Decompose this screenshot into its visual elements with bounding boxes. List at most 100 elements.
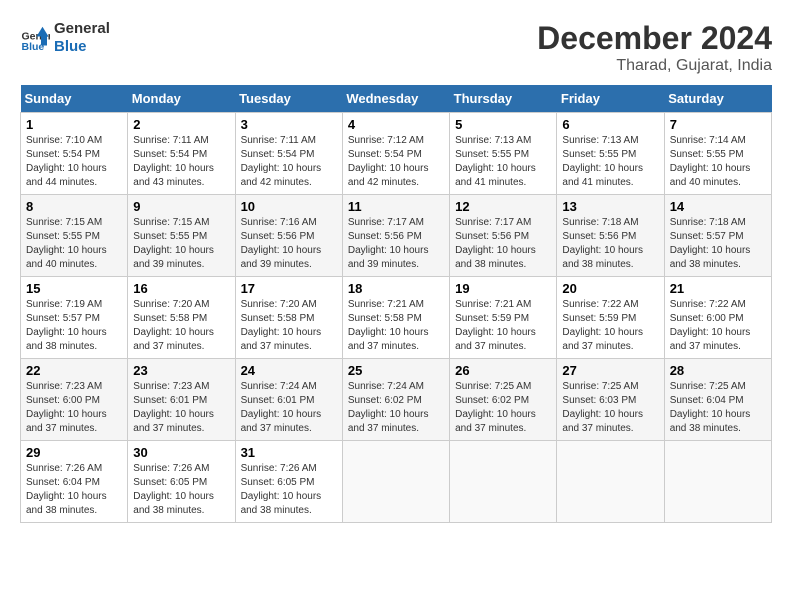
calendar-cell: 3 Sunrise: 7:11 AMSunset: 5:54 PMDayligh… <box>235 113 342 195</box>
calendar-cell: 2 Sunrise: 7:11 AMSunset: 5:54 PMDayligh… <box>128 113 235 195</box>
day-number: 8 <box>26 199 122 214</box>
day-number: 16 <box>133 281 229 296</box>
calendar-header-row: SundayMondayTuesdayWednesdayThursdayFrid… <box>21 85 772 113</box>
calendar-cell: 23 Sunrise: 7:23 AMSunset: 6:01 PMDaylig… <box>128 359 235 441</box>
day-detail: Sunrise: 7:17 AMSunset: 5:56 PMDaylight:… <box>348 217 429 270</box>
calendar-cell: 27 Sunrise: 7:25 AMSunset: 6:03 PMDaylig… <box>557 359 664 441</box>
day-number: 9 <box>133 199 229 214</box>
day-detail: Sunrise: 7:16 AMSunset: 5:56 PMDaylight:… <box>241 217 322 270</box>
day-detail: Sunrise: 7:11 AMSunset: 5:54 PMDaylight:… <box>133 135 214 188</box>
day-detail: Sunrise: 7:24 AMSunset: 6:01 PMDaylight:… <box>241 381 322 434</box>
calendar-cell: 19 Sunrise: 7:21 AMSunset: 5:59 PMDaylig… <box>450 277 557 359</box>
day-number: 3 <box>241 117 337 132</box>
day-detail: Sunrise: 7:25 AMSunset: 6:04 PMDaylight:… <box>670 381 751 434</box>
day-number: 31 <box>241 445 337 460</box>
day-detail: Sunrise: 7:23 AMSunset: 6:01 PMDaylight:… <box>133 381 214 434</box>
day-detail: Sunrise: 7:10 AMSunset: 5:54 PMDaylight:… <box>26 135 107 188</box>
day-number: 21 <box>670 281 766 296</box>
day-number: 29 <box>26 445 122 460</box>
title-section: December 2024 Tharad, Gujarat, India <box>537 20 772 75</box>
day-number: 30 <box>133 445 229 460</box>
calendar-week-row: 22 Sunrise: 7:23 AMSunset: 6:00 PMDaylig… <box>21 359 772 441</box>
calendar-cell: 11 Sunrise: 7:17 AMSunset: 5:56 PMDaylig… <box>342 195 449 277</box>
day-number: 18 <box>348 281 444 296</box>
calendar-cell: 7 Sunrise: 7:14 AMSunset: 5:55 PMDayligh… <box>664 113 771 195</box>
day-number: 10 <box>241 199 337 214</box>
day-number: 19 <box>455 281 551 296</box>
day-number: 28 <box>670 363 766 378</box>
day-number: 2 <box>133 117 229 132</box>
calendar-cell <box>664 441 771 523</box>
column-header-monday: Monday <box>128 85 235 113</box>
day-number: 12 <box>455 199 551 214</box>
day-number: 11 <box>348 199 444 214</box>
column-header-saturday: Saturday <box>664 85 771 113</box>
calendar-cell: 18 Sunrise: 7:21 AMSunset: 5:58 PMDaylig… <box>342 277 449 359</box>
day-detail: Sunrise: 7:18 AMSunset: 5:56 PMDaylight:… <box>562 217 643 270</box>
month-year-title: December 2024 <box>537 20 772 57</box>
calendar-cell <box>342 441 449 523</box>
calendar-cell: 29 Sunrise: 7:26 AMSunset: 6:04 PMDaylig… <box>21 441 128 523</box>
day-detail: Sunrise: 7:25 AMSunset: 6:02 PMDaylight:… <box>455 381 536 434</box>
column-header-wednesday: Wednesday <box>342 85 449 113</box>
day-number: 7 <box>670 117 766 132</box>
page-header: General Blue General Blue December 2024 … <box>20 20 772 75</box>
calendar-cell: 30 Sunrise: 7:26 AMSunset: 6:05 PMDaylig… <box>128 441 235 523</box>
calendar-cell: 16 Sunrise: 7:20 AMSunset: 5:58 PMDaylig… <box>128 277 235 359</box>
calendar-cell: 6 Sunrise: 7:13 AMSunset: 5:55 PMDayligh… <box>557 113 664 195</box>
day-number: 13 <box>562 199 658 214</box>
day-number: 4 <box>348 117 444 132</box>
calendar-cell <box>557 441 664 523</box>
day-detail: Sunrise: 7:21 AMSunset: 5:58 PMDaylight:… <box>348 299 429 352</box>
day-number: 20 <box>562 281 658 296</box>
calendar-cell: 22 Sunrise: 7:23 AMSunset: 6:00 PMDaylig… <box>21 359 128 441</box>
calendar-cell: 5 Sunrise: 7:13 AMSunset: 5:55 PMDayligh… <box>450 113 557 195</box>
logo-text-blue: Blue <box>54 38 110 56</box>
day-detail: Sunrise: 7:21 AMSunset: 5:59 PMDaylight:… <box>455 299 536 352</box>
calendar-cell <box>450 441 557 523</box>
calendar-cell: 26 Sunrise: 7:25 AMSunset: 6:02 PMDaylig… <box>450 359 557 441</box>
day-detail: Sunrise: 7:19 AMSunset: 5:57 PMDaylight:… <box>26 299 107 352</box>
day-detail: Sunrise: 7:17 AMSunset: 5:56 PMDaylight:… <box>455 217 536 270</box>
day-detail: Sunrise: 7:11 AMSunset: 5:54 PMDaylight:… <box>241 135 322 188</box>
calendar-cell: 4 Sunrise: 7:12 AMSunset: 5:54 PMDayligh… <box>342 113 449 195</box>
day-detail: Sunrise: 7:26 AMSunset: 6:05 PMDaylight:… <box>133 463 214 516</box>
column-header-thursday: Thursday <box>450 85 557 113</box>
calendar-cell: 25 Sunrise: 7:24 AMSunset: 6:02 PMDaylig… <box>342 359 449 441</box>
column-header-sunday: Sunday <box>21 85 128 113</box>
day-number: 17 <box>241 281 337 296</box>
calendar-cell: 28 Sunrise: 7:25 AMSunset: 6:04 PMDaylig… <box>664 359 771 441</box>
calendar-cell: 10 Sunrise: 7:16 AMSunset: 5:56 PMDaylig… <box>235 195 342 277</box>
day-detail: Sunrise: 7:15 AMSunset: 5:55 PMDaylight:… <box>26 217 107 270</box>
column-header-tuesday: Tuesday <box>235 85 342 113</box>
day-number: 6 <box>562 117 658 132</box>
calendar-week-row: 1 Sunrise: 7:10 AMSunset: 5:54 PMDayligh… <box>21 113 772 195</box>
day-detail: Sunrise: 7:13 AMSunset: 5:55 PMDaylight:… <box>562 135 643 188</box>
day-detail: Sunrise: 7:20 AMSunset: 5:58 PMDaylight:… <box>241 299 322 352</box>
day-detail: Sunrise: 7:12 AMSunset: 5:54 PMDaylight:… <box>348 135 429 188</box>
calendar-cell: 20 Sunrise: 7:22 AMSunset: 5:59 PMDaylig… <box>557 277 664 359</box>
day-number: 22 <box>26 363 122 378</box>
logo: General Blue General Blue <box>20 20 110 56</box>
day-number: 24 <box>241 363 337 378</box>
day-detail: Sunrise: 7:20 AMSunset: 5:58 PMDaylight:… <box>133 299 214 352</box>
day-detail: Sunrise: 7:25 AMSunset: 6:03 PMDaylight:… <box>562 381 643 434</box>
day-detail: Sunrise: 7:23 AMSunset: 6:00 PMDaylight:… <box>26 381 107 434</box>
location-subtitle: Tharad, Gujarat, India <box>537 57 772 75</box>
day-number: 23 <box>133 363 229 378</box>
calendar-cell: 12 Sunrise: 7:17 AMSunset: 5:56 PMDaylig… <box>450 195 557 277</box>
calendar-cell: 15 Sunrise: 7:19 AMSunset: 5:57 PMDaylig… <box>21 277 128 359</box>
calendar-cell: 24 Sunrise: 7:24 AMSunset: 6:01 PMDaylig… <box>235 359 342 441</box>
day-detail: Sunrise: 7:15 AMSunset: 5:55 PMDaylight:… <box>133 217 214 270</box>
calendar-cell: 21 Sunrise: 7:22 AMSunset: 6:00 PMDaylig… <box>664 277 771 359</box>
logo-icon: General Blue <box>20 23 50 53</box>
calendar-week-row: 29 Sunrise: 7:26 AMSunset: 6:04 PMDaylig… <box>21 441 772 523</box>
calendar-cell: 8 Sunrise: 7:15 AMSunset: 5:55 PMDayligh… <box>21 195 128 277</box>
day-detail: Sunrise: 7:24 AMSunset: 6:02 PMDaylight:… <box>348 381 429 434</box>
day-number: 26 <box>455 363 551 378</box>
calendar-week-row: 8 Sunrise: 7:15 AMSunset: 5:55 PMDayligh… <box>21 195 772 277</box>
calendar-cell: 9 Sunrise: 7:15 AMSunset: 5:55 PMDayligh… <box>128 195 235 277</box>
day-detail: Sunrise: 7:22 AMSunset: 6:00 PMDaylight:… <box>670 299 751 352</box>
svg-text:Blue: Blue <box>22 41 45 53</box>
day-detail: Sunrise: 7:13 AMSunset: 5:55 PMDaylight:… <box>455 135 536 188</box>
